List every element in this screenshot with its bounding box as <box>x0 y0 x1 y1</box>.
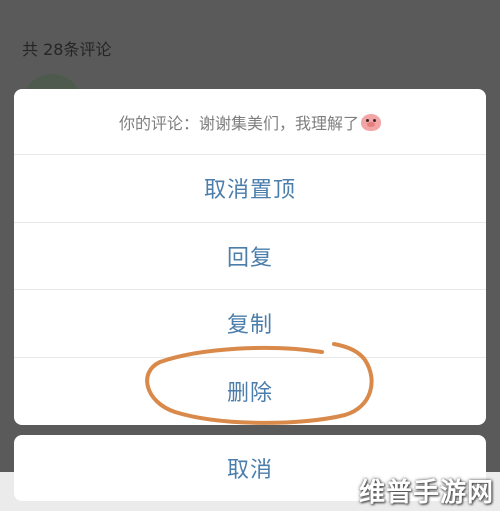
copy-button[interactable]: 复制 <box>14 290 486 358</box>
unpin-button[interactable]: 取消置顶 <box>14 155 486 223</box>
delete-button[interactable]: 删除 <box>14 358 486 426</box>
pig-face-icon <box>361 113 381 131</box>
action-sheet: 你的评论：谢谢集美们，我理解了 取消置顶 回复 复制 删除 <box>14 89 486 425</box>
reply-button[interactable]: 回复 <box>14 223 486 290</box>
comment-preview-text: 你的评论：谢谢集美们，我理解了 <box>118 113 359 133</box>
comment-count-label: 共 28条评论 <box>22 40 112 59</box>
watermark-text: 维普手游网 <box>358 478 494 508</box>
action-sheet-title: 你的评论：谢谢集美们，我理解了 <box>14 89 486 155</box>
